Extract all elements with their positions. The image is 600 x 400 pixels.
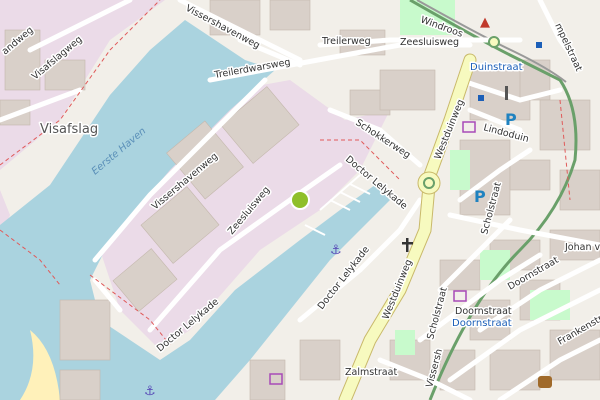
tram-stop-icon[interactable] bbox=[423, 177, 435, 189]
anchor-icon[interactable]: ⚓ bbox=[144, 384, 156, 399]
theatre-icon[interactable] bbox=[538, 376, 552, 388]
location-marker[interactable] bbox=[290, 190, 310, 210]
svg-text:P: P bbox=[474, 187, 486, 206]
svg-text:▲: ▲ bbox=[480, 15, 490, 30]
tower-icon[interactable] bbox=[505, 86, 508, 100]
parking-icon[interactable]: P bbox=[505, 110, 517, 129]
label-zalmstraat: Zalmstraat bbox=[345, 367, 397, 378]
svg-text:⚓: ⚓ bbox=[330, 243, 342, 258]
label-doornstraat-1: Doornstraat bbox=[455, 306, 512, 317]
bus-stop-icon[interactable] bbox=[536, 42, 542, 48]
label-duinstraat: Duinstraat bbox=[470, 62, 523, 73]
bus-stop-icon[interactable] bbox=[478, 95, 484, 101]
svg-text:P: P bbox=[505, 110, 517, 129]
fire-station-icon[interactable]: ▲ bbox=[480, 15, 490, 30]
label-johan: Johan van bbox=[564, 242, 600, 253]
label-doornstraat-stop: Doornstraat bbox=[452, 318, 512, 329]
parking-icon[interactable]: P bbox=[474, 187, 486, 206]
label-zeesluisweg-top: Zeesluisweg bbox=[400, 37, 459, 48]
map-layer: Vissershavenweg Treilerweg Treilerdwarsw… bbox=[0, 0, 600, 400]
label-treilerweg: Treilerweg bbox=[321, 36, 371, 47]
label-visafslag: Visafslag bbox=[40, 122, 98, 137]
tram-stop-icon[interactable] bbox=[488, 36, 500, 48]
map-canvas[interactable]: Vissershavenweg Treilerweg Treilerdwarsw… bbox=[0, 0, 600, 400]
anchor-icon[interactable]: ⚓ bbox=[330, 243, 342, 258]
svg-text:⚓: ⚓ bbox=[144, 384, 156, 399]
